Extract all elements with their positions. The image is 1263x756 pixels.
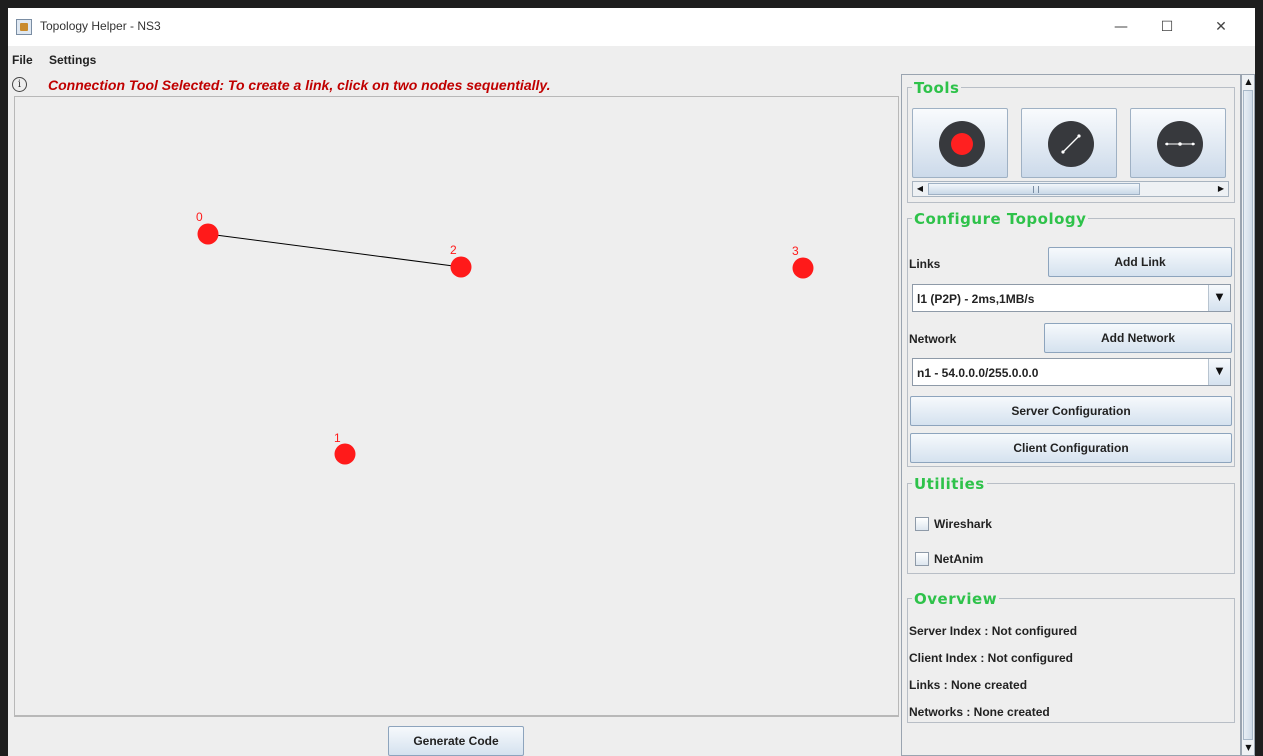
node-3[interactable]: 3 — [792, 244, 814, 279]
links-label: Links — [909, 257, 941, 271]
node-2-label: 2 — [450, 243, 457, 257]
tools-title: Tools — [912, 79, 962, 97]
menu-file[interactable]: File — [12, 53, 33, 67]
info-icon: i — [12, 77, 27, 92]
node-0-circle[interactable] — [197, 223, 219, 245]
chevron-down-icon[interactable]: ▼ — [1208, 359, 1230, 385]
network-tool-button[interactable] — [1130, 108, 1226, 178]
client-index-text: Client Index : Not configured — [909, 651, 1073, 665]
networks-overview-text: Networks : None created — [909, 705, 1050, 719]
node-1-circle[interactable] — [334, 443, 356, 465]
overview-group: Overview Server Index : Not configured C… — [907, 590, 1235, 723]
node-1[interactable]: 1 — [334, 431, 356, 465]
scroll-up-arrow[interactable]: ▲ — [1243, 76, 1254, 88]
node-1-label: 1 — [334, 431, 341, 445]
node-tool-button[interactable] — [912, 108, 1008, 178]
configure-topology-group: Configure Topology Links Add Link l1 (P2… — [907, 210, 1235, 467]
window-title: Topology Helper - NS3 — [40, 19, 161, 33]
close-button[interactable]: ✕ — [1198, 14, 1244, 40]
links-select-value: l1 (P2P) - 2ms,1MB/s — [917, 292, 1035, 306]
link-0-2[interactable] — [207, 233, 462, 268]
generate-code-button[interactable]: Generate Code — [388, 726, 524, 756]
node-3-label: 3 — [792, 244, 799, 258]
wireshark-checkbox[interactable] — [915, 517, 929, 531]
minimize-button[interactable]: — — [1098, 14, 1144, 40]
menu-settings[interactable]: Settings — [49, 53, 96, 67]
tools-group: Tools ◀ ▶ — [907, 79, 1235, 203]
topology-canvas[interactable]: 0 2 3 1 — [14, 96, 899, 716]
scroll-down-arrow[interactable]: ▼ — [1243, 742, 1254, 754]
add-link-button[interactable]: Add Link — [1048, 247, 1232, 277]
server-index-text: Server Index : Not configured — [909, 624, 1078, 638]
node-0-label: 0 — [196, 210, 203, 224]
node-2[interactable]: 2 — [450, 243, 472, 278]
links-select[interactable]: l1 (P2P) - 2ms,1MB/s ▼ — [912, 284, 1231, 312]
network-label: Network — [909, 332, 957, 346]
node-2-circle[interactable] — [450, 256, 472, 278]
node-3-circle[interactable] — [792, 257, 814, 279]
scroll-grip-icon — [1033, 186, 1039, 193]
maximize-button[interactable]: ☐ — [1144, 14, 1190, 40]
utilities-title: Utilities — [912, 475, 987, 493]
status-message-bar: i Connection Tool Selected: To create a … — [8, 74, 898, 96]
configure-topology-title: Configure Topology — [912, 210, 1089, 228]
tools-scrollbar[interactable]: ◀ ▶ — [912, 181, 1229, 197]
client-configuration-button[interactable]: Client Configuration — [910, 433, 1232, 463]
connection-tool-icon — [1048, 121, 1094, 167]
network-bus-icon — [1157, 121, 1203, 167]
node-0[interactable]: 0 — [196, 210, 219, 245]
utilities-group: Utilities Wireshark NetAnim — [907, 475, 1235, 574]
bottom-bar: Generate Code — [14, 716, 899, 756]
server-configuration-button[interactable]: Server Configuration — [910, 396, 1232, 426]
scroll-left-arrow[interactable]: ◀ — [913, 182, 927, 196]
connection-tool-button[interactable] — [1021, 108, 1117, 178]
app-window: Topology Helper - NS3 — ☐ ✕ File Setting… — [8, 8, 1255, 756]
status-message: Connection Tool Selected: To create a li… — [48, 77, 551, 93]
network-select-value: n1 - 54.0.0.0/255.0.0.0 — [917, 366, 1039, 380]
menu-bar: File Settings — [8, 46, 1255, 74]
add-network-button[interactable]: Add Network — [1044, 323, 1232, 353]
right-panel-scrollbar[interactable]: ▲ ▼ — [1241, 74, 1255, 756]
node-tool-icon — [939, 121, 985, 167]
title-bar: Topology Helper - NS3 — ☐ ✕ — [8, 8, 1255, 46]
scroll-thumb[interactable] — [1243, 90, 1253, 740]
topology-drawing[interactable]: 0 2 3 1 — [15, 97, 900, 717]
java-app-icon — [16, 19, 32, 35]
wireshark-label[interactable]: Wireshark — [934, 517, 992, 531]
scroll-right-arrow[interactable]: ▶ — [1214, 182, 1228, 196]
netanim-checkbox[interactable] — [915, 552, 929, 566]
chevron-down-icon[interactable]: ▼ — [1208, 285, 1230, 311]
links-overview-text: Links : None created — [909, 678, 1028, 692]
overview-title: Overview — [912, 590, 1000, 608]
netanim-label[interactable]: NetAnim — [934, 552, 983, 566]
right-panel: Tools ◀ ▶ Configure Topology Links Add L… — [901, 74, 1241, 756]
network-select[interactable]: n1 - 54.0.0.0/255.0.0.0 ▼ — [912, 358, 1231, 386]
tools-scroll-thumb[interactable] — [928, 183, 1140, 195]
